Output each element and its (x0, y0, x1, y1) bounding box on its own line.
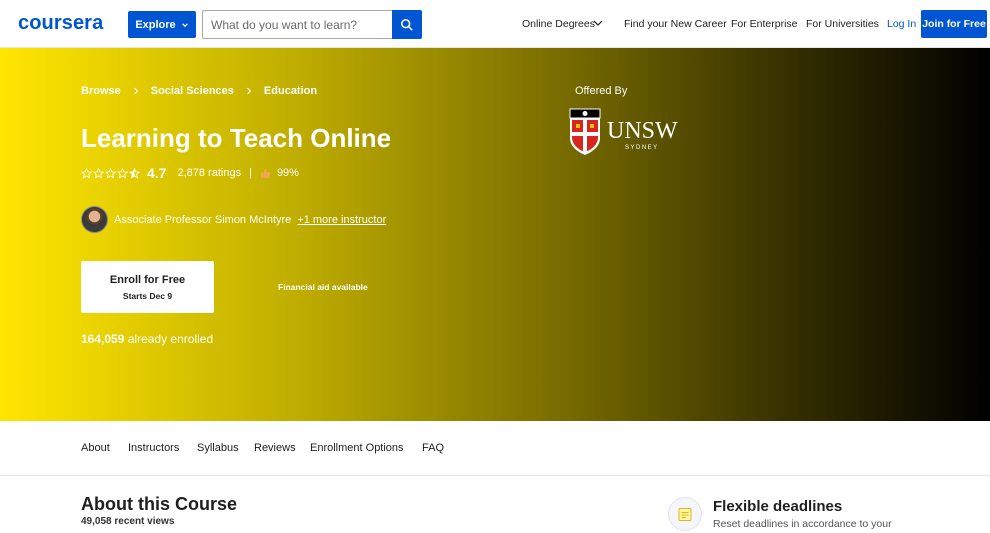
tab-about[interactable]: About (81, 442, 110, 454)
star-icon (81, 167, 92, 179)
explore-button[interactable]: Explore (128, 11, 196, 38)
partner-logo-text: UNSW (607, 118, 678, 144)
star-icon (105, 167, 116, 179)
star-half-icon (129, 167, 140, 179)
feature-icon-badge (668, 497, 702, 531)
partner-logo-subtext: SYDNEY (625, 145, 659, 151)
about-course-heading: About this Course (81, 494, 237, 514)
nav-for-universities[interactable]: For Universities (806, 18, 879, 30)
rating-value: 4.7 (147, 165, 167, 181)
chevron-right-icon (133, 87, 138, 95)
nav-for-enterprise[interactable]: For Enterprise (731, 18, 798, 30)
enroll-start-date: Starts Dec 9 (122, 290, 173, 301)
rating-row: 4.7 2,878 ratings | 99% (81, 165, 299, 181)
chevron-down-icon (181, 22, 188, 27)
breadcrumb-social-sciences[interactable]: Social Sciences (151, 85, 234, 97)
nav-online-degrees[interactable]: Online Degrees (522, 18, 595, 30)
unsw-logo[interactable]: UNSW SYDNEY (569, 108, 679, 156)
tab-faq[interactable]: FAQ (422, 442, 444, 454)
recent-views-count: 49,058 recent views (81, 516, 175, 527)
star-rating (81, 167, 140, 179)
enrolled-number: 164,059 (81, 332, 125, 346)
course-title: Learning to Teach Online (81, 123, 392, 153)
more-instructors-link[interactable]: +1 more instructor (297, 214, 386, 226)
offered-by-label: Offered By (575, 85, 628, 97)
tab-syllabus[interactable]: Syllabus (197, 442, 239, 454)
course-hero-banner: Browse Social Sciences Education Learnin… (0, 48, 990, 421)
coursera-logo[interactable]: coursera (18, 12, 103, 35)
course-section-tabs: About Instructors Syllabus Reviews Enrol… (0, 421, 990, 476)
search-icon (400, 18, 413, 31)
financial-aid-link[interactable]: Financial aid available (278, 282, 368, 292)
enroll-label: Enroll for Free (109, 273, 186, 286)
rating-count[interactable]: 2,878 ratings (177, 167, 241, 179)
enrolled-suffix: already enrolled (127, 332, 214, 346)
login-link[interactable]: Log In (887, 18, 916, 30)
rating-separator: | (249, 167, 252, 179)
thumbs-up-icon (260, 168, 271, 178)
tab-reviews[interactable]: Reviews (254, 442, 296, 454)
breadcrumb-browse[interactable]: Browse (81, 85, 121, 97)
calendar-icon (678, 508, 692, 521)
enroll-for-free-button[interactable]: Enroll for Free Starts Dec 9 (81, 261, 214, 313)
search-input[interactable] (202, 10, 392, 39)
search-button[interactable] (392, 10, 422, 39)
instructor-avatar[interactable] (81, 206, 108, 233)
enrolled-count: 164,059 already enrolled (81, 332, 213, 346)
like-percentage: 99% (276, 167, 299, 179)
feature-description: Reset deadlines in accordance to your (713, 518, 892, 530)
join-for-free-button[interactable]: Join for Free (921, 10, 987, 38)
breadcrumb: Browse Social Sciences Education (81, 85, 317, 97)
star-icon (93, 167, 104, 179)
tab-instructors[interactable]: Instructors (128, 442, 179, 454)
top-navigation-bar: coursera Explore Online Degrees Find you… (0, 0, 990, 48)
nav-find-new-career[interactable]: Find your New Career (624, 18, 727, 30)
breadcrumb-education[interactable]: Education (264, 85, 317, 97)
tab-enrollment-options[interactable]: Enrollment Options (310, 442, 404, 454)
chevron-right-icon (247, 87, 252, 95)
instructor-row: Associate Professor Simon McIntyre +1 mo… (81, 206, 386, 233)
star-icon (117, 167, 128, 179)
chevron-down-icon[interactable] (592, 17, 604, 29)
feature-title: Flexible deadlines (713, 498, 843, 515)
instructor-name[interactable]: Associate Professor Simon McIntyre (114, 214, 291, 226)
explore-label: Explore (135, 18, 176, 31)
